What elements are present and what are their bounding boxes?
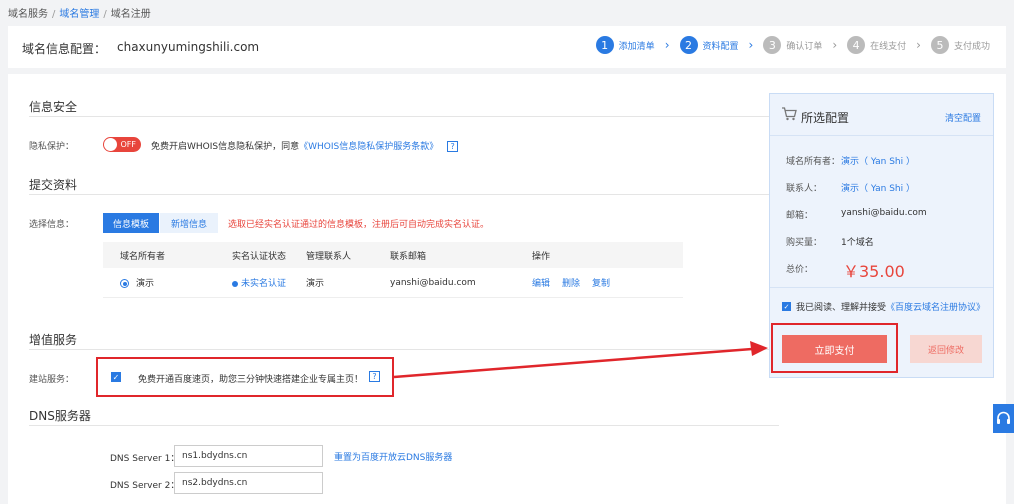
step-online-pay: 4 在线支付 bbox=[847, 36, 906, 54]
table-row[interactable]: 演示 未实名认证 演示 yanshi@baidu.com 编辑 删除 复制 bbox=[103, 268, 683, 298]
section-title-dns: DNS服务器 bbox=[29, 409, 91, 423]
step-label: 资料配置 bbox=[702, 41, 739, 52]
email-label: 邮箱： bbox=[786, 211, 814, 221]
dns1-label: DNS Server 1： bbox=[110, 454, 180, 464]
annotation-box-site-service bbox=[96, 357, 394, 397]
owner-value: 演示 bbox=[136, 279, 155, 289]
template-radio[interactable] bbox=[120, 279, 129, 288]
step-label: 确认订单 bbox=[786, 41, 823, 52]
reset-dns-link[interactable]: 重置为百度开放云DNS服务器 bbox=[334, 450, 452, 463]
chevron-right-icon: › bbox=[664, 38, 670, 52]
chevron-right-icon: › bbox=[832, 38, 838, 52]
step-number: 4 bbox=[847, 36, 866, 54]
step-number: 5 bbox=[930, 36, 949, 54]
quantity-value: 1个域名 bbox=[841, 238, 874, 248]
column-header: 操作 bbox=[532, 251, 551, 262]
copy-link[interactable]: 复制 bbox=[592, 279, 610, 289]
breadcrumb-domain-manage[interactable]: 域名管理 bbox=[59, 9, 99, 20]
whois-terms-link[interactable]: 《WHOIS信息隐私保护服务条款》 bbox=[299, 142, 438, 152]
delete-link[interactable]: 删除 bbox=[562, 279, 580, 289]
privacy-text: 免费开启WHOIS信息隐私保护，同意 bbox=[151, 142, 300, 152]
breadcrumb-separator: / bbox=[52, 9, 56, 20]
headset-icon bbox=[997, 411, 1010, 424]
progress-steps: 1 添加清单 › 2 资料配置 › 3 确认订单 › 4 在线支付 › 5 支付成功 bbox=[595, 36, 990, 54]
email-value: yanshi@baidu.com bbox=[390, 277, 476, 288]
summary-title: 所选配置 bbox=[801, 111, 850, 125]
page-title: 域名信息配置： bbox=[22, 42, 107, 56]
agree-text: 我已阅读、理解并接受《百度云域名注册协议》 bbox=[796, 301, 986, 315]
step-label: 支付成功 bbox=[953, 41, 990, 52]
agreement-link[interactable]: 《百度云域名注册协议》 bbox=[886, 303, 985, 313]
step-label: 添加清单 bbox=[618, 41, 655, 52]
step-label: 在线支付 bbox=[870, 41, 907, 52]
step-add-list: 1 添加清单 bbox=[595, 36, 655, 54]
domain-name: chaxunyumingshili.com bbox=[117, 40, 260, 54]
quantity-label: 购买量： bbox=[786, 238, 823, 248]
annotation-box-pay-button bbox=[771, 323, 898, 373]
breadcrumb-domain-service[interactable]: 域名服务 bbox=[8, 9, 48, 20]
owner-cell: 演示 bbox=[103, 276, 216, 289]
owner-value: 演示（ Yan Shi ） bbox=[841, 157, 915, 167]
customer-support-button[interactable] bbox=[993, 404, 1014, 433]
status-cell: 未实名认证 bbox=[216, 276, 298, 289]
tab-new-info[interactable]: 新增信息 bbox=[160, 213, 218, 233]
section-title-value-added: 增值服务 bbox=[29, 333, 78, 347]
owner-label: 域名所有者： bbox=[786, 157, 841, 167]
section-divider bbox=[29, 349, 779, 350]
step-number: 3 bbox=[763, 36, 782, 54]
contact-label: 联系人： bbox=[786, 184, 823, 194]
total-label: 总价： bbox=[786, 265, 814, 275]
summary-divider bbox=[770, 287, 993, 288]
cart-icon bbox=[782, 107, 797, 121]
help-icon[interactable]: ? bbox=[447, 141, 459, 152]
column-header: 管理联系人 bbox=[306, 251, 352, 262]
email-value: yanshi@baidu.com bbox=[841, 208, 927, 218]
total-price: ￥35.00 bbox=[843, 262, 905, 281]
section-title-info-security: 信息安全 bbox=[29, 100, 78, 114]
privacy-label: 隐私保护： bbox=[29, 142, 75, 152]
agree-label: 我已阅读、理解并接受 bbox=[796, 303, 887, 313]
status-value: 未实名认证 bbox=[241, 279, 287, 289]
table-header: 域名所有者 实名认证状态 管理联系人 联系邮箱 操作 bbox=[103, 242, 683, 268]
status-dot-icon bbox=[232, 280, 238, 287]
section-title-submit-info: 提交资料 bbox=[29, 178, 78, 192]
dns2-label: DNS Server 2： bbox=[110, 481, 180, 491]
chevron-right-icon: › bbox=[748, 38, 754, 52]
site-service-label: 建站服务： bbox=[29, 375, 75, 385]
column-header: 实名认证状态 bbox=[232, 251, 287, 262]
step-number: 1 bbox=[595, 36, 614, 54]
edit-link[interactable]: 编辑 bbox=[532, 279, 550, 289]
back-modify-button[interactable]: 返回修改 bbox=[910, 335, 982, 363]
section-divider bbox=[29, 116, 779, 117]
step-number: 2 bbox=[679, 36, 698, 54]
breadcrumb-separator: / bbox=[103, 9, 107, 20]
privacy-toggle[interactable]: OFF bbox=[103, 137, 141, 152]
breadcrumb-domain-register: 域名注册 bbox=[110, 9, 151, 20]
step-config: 2 资料配置 bbox=[679, 36, 739, 54]
step-pay-success: 5 支付成功 bbox=[930, 36, 990, 54]
column-header: 域名所有者 bbox=[120, 251, 166, 262]
privacy-description: 免费开启WHOIS信息隐私保护，同意《WHOIS信息隐私保护服务条款》 ? bbox=[151, 139, 459, 152]
agree-checkbox[interactable]: ✓ bbox=[782, 302, 791, 311]
contact-value: 演示 bbox=[306, 279, 325, 289]
chevron-right-icon: › bbox=[916, 38, 921, 52]
breadcrumb: 域名服务 / 域名管理 / 域名注册 bbox=[8, 5, 151, 20]
section-divider bbox=[29, 194, 779, 195]
tab-info-template[interactable]: 信息模板 bbox=[103, 213, 159, 233]
dns1-input[interactable] bbox=[174, 445, 323, 467]
section-divider bbox=[29, 425, 779, 426]
template-table: 域名所有者 实名认证状态 管理联系人 联系邮箱 操作 演示 未实名认证 演示 y… bbox=[103, 242, 683, 298]
template-hint: 选取已经实名认证通过的信息模板，注册后可自动完成实名认证。 bbox=[228, 220, 490, 230]
toggle-knob bbox=[104, 138, 117, 151]
select-info-label: 选择信息： bbox=[29, 220, 75, 230]
contact-value: 演示（ Yan Shi ） bbox=[841, 184, 915, 194]
step-confirm-order: 3 确认订单 bbox=[763, 36, 822, 54]
summary-header: 所选配置 清空配置 bbox=[770, 94, 993, 136]
clear-config-link[interactable]: 清空配置 bbox=[945, 111, 981, 124]
header-card: 域名信息配置： chaxunyumingshili.com 1 添加清单 › 2资… bbox=[8, 26, 1006, 68]
dns2-input[interactable] bbox=[174, 472, 323, 494]
toggle-text: OFF bbox=[120, 140, 137, 149]
actions-cell: 编辑 删除 复制 bbox=[524, 276, 683, 289]
column-header: 联系邮箱 bbox=[390, 251, 427, 262]
